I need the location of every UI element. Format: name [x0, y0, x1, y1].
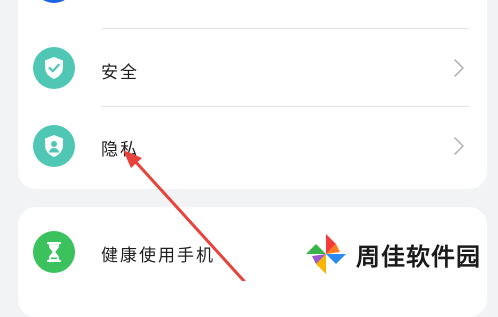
- shield-check-icon: [33, 47, 75, 89]
- chevron-right-icon: [454, 137, 464, 155]
- privacy-shield-icon: [33, 125, 75, 167]
- settings-item-label: 健康使用手机: [101, 246, 215, 266]
- settings-item-label: 安全: [101, 63, 139, 83]
- settings-card-top: 安全 隐私: [18, 0, 487, 189]
- partial-item-icon: [33, 0, 75, 12]
- settings-item-privacy[interactable]: 隐私: [18, 107, 487, 185]
- settings-item-security[interactable]: 安全: [18, 29, 487, 107]
- chevron-right-icon: [454, 59, 464, 77]
- pinwheel-logo-icon: [306, 234, 346, 274]
- hourglass-icon: [33, 231, 75, 273]
- watermark: 周佳软件园: [304, 232, 481, 276]
- settings-item-label: 隐私: [101, 140, 139, 160]
- watermark-text: 周佳软件园: [356, 242, 481, 271]
